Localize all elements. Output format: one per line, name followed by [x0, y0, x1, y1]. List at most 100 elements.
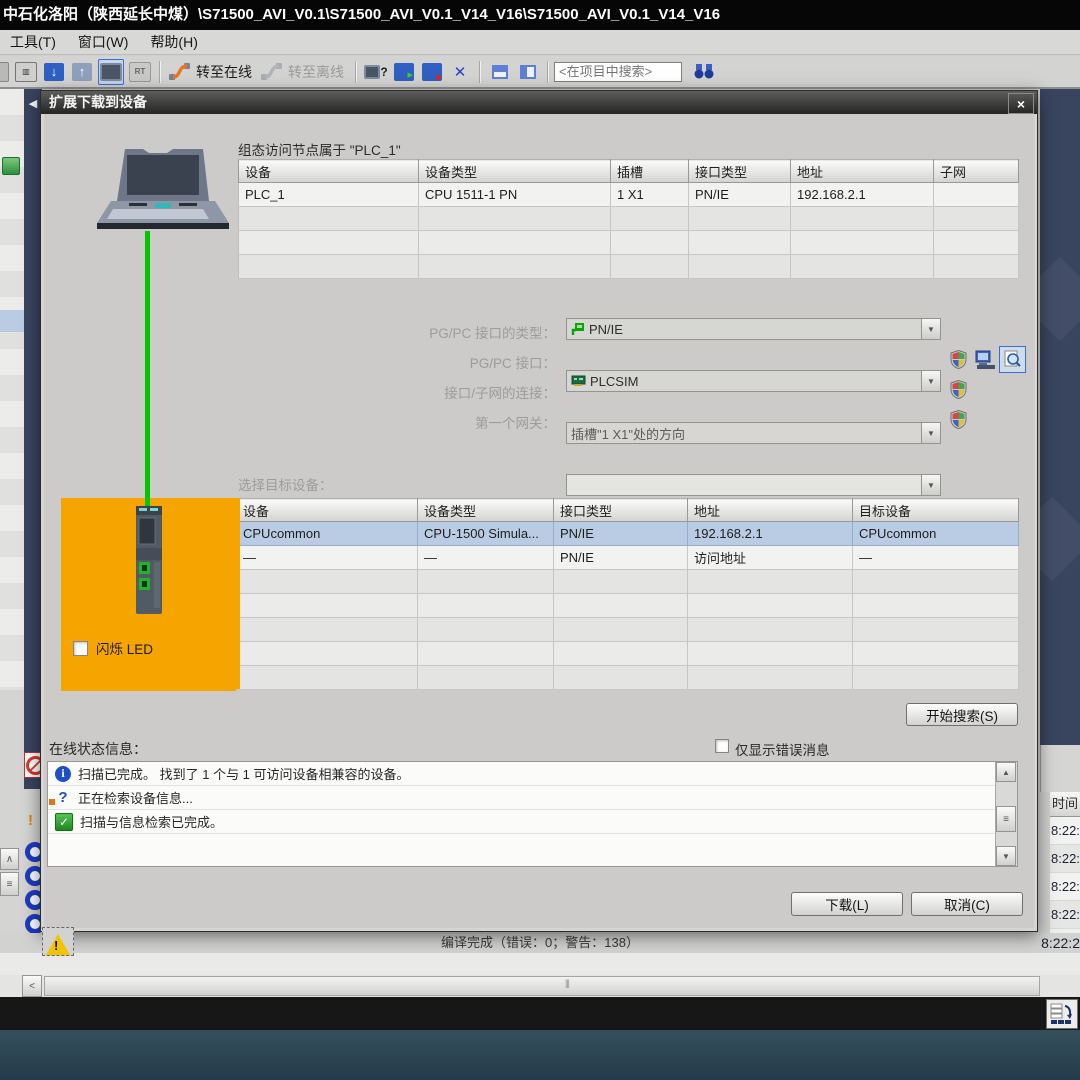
table-row[interactable]: PLC_1CPU 1511-1 PN 1 X1PN/IE 192.168.2.1	[239, 183, 1019, 207]
table-header-row: 设备 设备类型 插槽 接口类型 地址 子网	[239, 160, 1019, 183]
dropdown-arrow-icon[interactable]: ▼	[921, 423, 940, 443]
close-icon: ×	[1017, 96, 1025, 112]
start-simulation-icon[interactable]	[98, 59, 124, 85]
column-header[interactable]: 子网	[934, 160, 1019, 183]
go-online-label[interactable]: 转至在线	[196, 62, 252, 82]
save-window-settings-icon[interactable]: ▥	[14, 60, 38, 84]
split-horizontal-icon[interactable]	[488, 60, 512, 84]
find-binoculars-icon[interactable]	[692, 60, 716, 84]
flash-led-checkbox[interactable]	[73, 641, 88, 656]
split-vertical-icon[interactable]	[516, 60, 540, 84]
tree-item-icon[interactable]	[2, 157, 20, 175]
left-scroll-thumb[interactable]: ≡	[0, 872, 19, 896]
scroll-thumb[interactable]: ≡	[996, 806, 1016, 832]
dialog-titlebar[interactable]: 扩展下载到设备	[41, 91, 1037, 114]
configured-node-table: 设备 设备类型 插槽 接口类型 地址 子网 PLC_1CPU 1511-1 PN…	[238, 159, 1019, 279]
menu-window[interactable]: 窗口(W)	[78, 32, 129, 52]
menu-tools[interactable]: 工具(T)	[10, 32, 56, 52]
table-row[interactable]	[239, 231, 1019, 255]
status-spacer	[0, 953, 1080, 975]
gateway-label: 第一个网关：	[221, 412, 556, 432]
status-message[interactable]: ? 正在检索设备信息...	[48, 786, 996, 810]
start-cpu-icon[interactable]: ▸	[392, 60, 416, 84]
messages-scrollbar[interactable]: ▲ ≡ ▼	[995, 762, 1017, 866]
window-titlebar: 中石化洛阳（陕西延长中煤）\S71500_AVI_V0.1\S71500_AVI…	[0, 0, 1080, 30]
scroll-up-button[interactable]: ▲	[996, 762, 1016, 782]
compile-warning-selection[interactable]: !	[42, 927, 74, 956]
cancel-button[interactable]: 取消(C)	[911, 892, 1023, 916]
column-header[interactable]: 设备	[239, 160, 419, 183]
left-scroll-up-button[interactable]: ∧	[0, 848, 19, 870]
column-header[interactable]: 地址	[688, 499, 853, 522]
connection-label: 接口/子网的连接：	[221, 382, 556, 402]
status-message-text: 扫描与信息检索已完成。	[80, 812, 223, 831]
column-header[interactable]: 接口类型	[554, 499, 688, 522]
dialog-close-button[interactable]: ×	[1008, 93, 1034, 114]
column-header[interactable]: 设备类型	[419, 160, 611, 183]
accessible-devices-icon[interactable]: ?	[364, 60, 388, 84]
dropdown-arrow-icon[interactable]: ▼	[921, 475, 940, 495]
download-to-device-icon[interactable]: ↓	[42, 60, 66, 84]
search-devices-button[interactable]	[999, 346, 1026, 373]
scroll-down-button[interactable]: ▼	[996, 846, 1016, 866]
time-cell: 8:22:2	[1050, 817, 1080, 845]
only-errors-checkbox[interactable]	[715, 739, 729, 753]
watermark-shape	[1040, 257, 1080, 342]
computer-icon[interactable]	[975, 350, 997, 370]
menu-help[interactable]: 帮助(H)	[150, 32, 197, 52]
gateway-select[interactable]: ▼	[566, 474, 941, 496]
go-online-icon[interactable]	[168, 60, 192, 84]
time-column-header: 时间	[1050, 792, 1080, 817]
column-header[interactable]: 设备	[237, 499, 418, 522]
info-icon: i	[55, 766, 71, 782]
table-row[interactable]	[237, 666, 1019, 690]
time-cell: 8:22:2	[1050, 901, 1080, 929]
column-header[interactable]: 地址	[791, 160, 934, 183]
table-row[interactable]	[237, 618, 1019, 642]
search-input[interactable]	[554, 62, 682, 82]
plug-offline-icon	[261, 62, 283, 82]
start-search-button[interactable]: 开始搜索(S)	[906, 703, 1018, 726]
table-orange-indicator	[236, 498, 240, 689]
horizontal-scrollbar[interactable]: < ⦀	[0, 975, 1080, 997]
tree-selected-row[interactable]	[0, 310, 24, 332]
target-row[interactable]: —— PN/IE访问地址 —	[237, 546, 1019, 570]
go-offline-icon[interactable]	[260, 60, 284, 84]
column-header[interactable]: 插槽	[611, 160, 689, 183]
upload-from-device-icon[interactable]: ↑	[70, 60, 94, 84]
flash-led-label: 闪烁 LED	[96, 638, 153, 658]
cross-reference-icon[interactable]: ✕	[448, 60, 472, 84]
table-row[interactable]	[239, 255, 1019, 279]
go-offline-label[interactable]: 转至离线	[288, 62, 344, 82]
select-target-label: 选择目标设备：	[238, 474, 333, 494]
status-message-text: 正在检索设备信息...	[78, 788, 193, 807]
pgpc-if-select[interactable]: PLCSIM ▼	[566, 370, 941, 392]
runtime-icon[interactable]: RT	[128, 60, 152, 84]
hscroll-left-button[interactable]: <	[22, 975, 42, 997]
column-header[interactable]: 设备类型	[418, 499, 554, 522]
table-row[interactable]	[237, 594, 1019, 618]
status-message[interactable]: i 扫描已完成。 找到了 1 个与 1 可访问设备相兼容的设备。	[48, 762, 996, 786]
connection-select[interactable]: 插槽"1 X1"处的方向 ▼	[566, 422, 941, 444]
portal-view-button[interactable]	[1046, 999, 1078, 1029]
pgpc-type-select[interactable]: PN/IE ▼	[566, 318, 941, 340]
right-task-strip	[1040, 89, 1080, 745]
stop-cpu-icon[interactable]: ■	[420, 60, 444, 84]
dropdown-arrow-icon[interactable]: ▼	[921, 371, 940, 391]
hscroll-track[interactable]: ⦀	[44, 976, 1040, 996]
status-message[interactable]: ✓ 扫描与信息检索已完成。	[48, 810, 996, 834]
plc-device-image	[134, 504, 164, 616]
table-row[interactable]	[239, 207, 1019, 231]
target-row-selected[interactable]: CPUcommonCPU-1500 Simula... PN/IE192.168…	[237, 522, 1019, 546]
column-header[interactable]: 目标设备	[853, 499, 1019, 522]
table-row[interactable]	[237, 570, 1019, 594]
table-row[interactable]	[237, 642, 1019, 666]
dropdown-arrow-icon[interactable]: ▼	[921, 319, 940, 339]
time-cell: 8:22:2	[1050, 845, 1080, 873]
hscroll-grip[interactable]: ⦀	[565, 979, 570, 992]
column-header[interactable]: 接口类型	[689, 160, 791, 183]
toolbar-separator	[479, 61, 481, 83]
watermark-shape	[1040, 497, 1080, 582]
download-button[interactable]: 下载(L)	[791, 892, 903, 916]
config-caption: 组态访问节点属于 "PLC_1"	[238, 139, 401, 159]
